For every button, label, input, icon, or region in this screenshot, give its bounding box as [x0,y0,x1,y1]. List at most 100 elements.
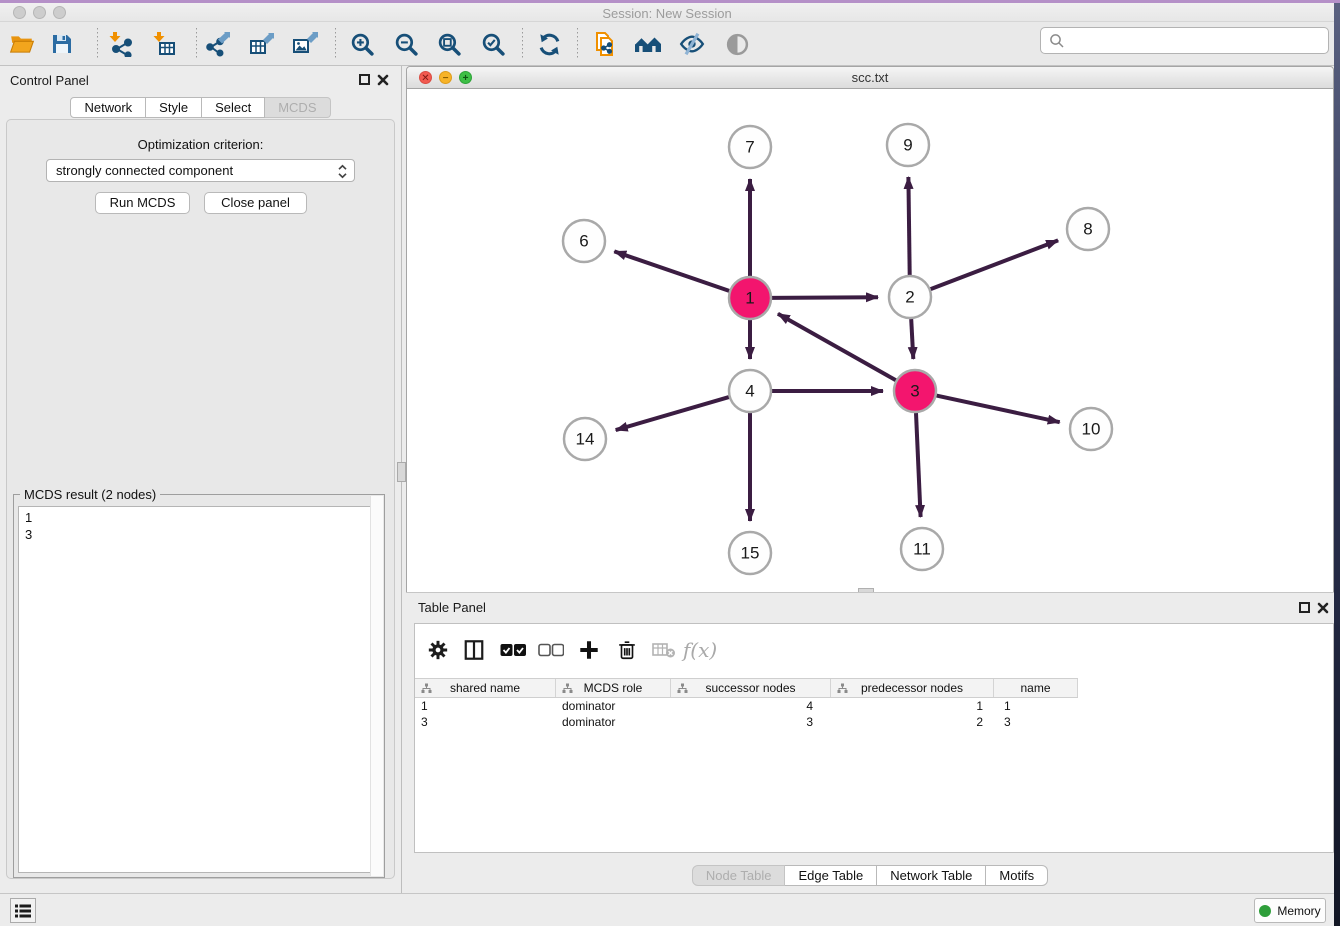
tab-select[interactable]: Select [202,97,265,118]
graph-node-11[interactable]: 11 [901,528,943,570]
add-column-button[interactable] [576,637,602,663]
tab-network[interactable]: Network [70,97,146,118]
column-header-predecessor-nodes[interactable]: predecessor nodes [831,679,994,697]
network-window-titlebar[interactable]: ✕ − + scc.txt [407,67,1333,89]
first-neighbors-button[interactable] [634,30,662,58]
graph-edge-3-11[interactable] [916,413,921,517]
save-icon [50,32,74,56]
save-session-button[interactable] [48,30,76,58]
toolbar-separator [335,28,336,60]
zoom-fit-button[interactable] [435,30,463,58]
table-cell[interactable]: 2 [831,714,994,730]
duplicate-network-icon [592,31,618,57]
search-field[interactable] [1040,27,1329,54]
export-table-button[interactable] [248,30,276,58]
control-panel-float-button[interactable] [359,74,370,85]
attribute-type-icon [421,683,432,694]
refresh-icon [537,32,562,57]
tab-network-table[interactable]: Network Table [877,865,986,886]
refresh-layout-button[interactable] [535,30,563,58]
column-header-successor-nodes[interactable]: successor nodes [671,679,831,697]
table-cell[interactable]: 1 [831,698,994,714]
table-cell[interactable]: 4 [671,698,831,714]
hide-selected-button[interactable] [678,30,706,58]
import-network-button[interactable] [106,30,134,58]
graph-edge-3-1[interactable] [778,314,896,381]
table-cell[interactable]: 3 [994,714,1078,730]
search-input[interactable] [1070,28,1328,53]
table-cell[interactable]: 1 [994,698,1078,714]
tab-node-table[interactable]: Node Table [692,865,786,886]
graph-edge-2-3[interactable] [911,319,913,359]
column-header-shared-name[interactable]: shared name [415,679,556,697]
select-all-button[interactable] [500,637,526,663]
graph-node-9[interactable]: 9 [887,124,929,166]
table-cell[interactable]: 3 [415,714,556,730]
table-cell[interactable]: dominator [556,714,671,730]
graph-node-8[interactable]: 8 [1067,208,1109,250]
table-settings-button[interactable] [425,637,451,663]
graph-node-4[interactable]: 4 [729,370,771,412]
delete-column-button[interactable] [614,637,640,663]
status-bar: Memory [0,893,1334,926]
table-panel-float-button[interactable] [1299,602,1310,613]
task-history-button[interactable] [10,898,36,923]
export-network-button[interactable] [204,30,232,58]
node-table-container: f(x) shared nameMCDS rolesuccessor nodes… [414,623,1334,853]
deselect-all-button[interactable] [538,637,564,663]
table-header-row: shared name MCDS role successor nodesprede… [415,678,1078,698]
table-panel-tabs: Node TableEdge TableNetwork TableMotifs [406,865,1334,886]
tab-style[interactable]: Style [146,97,202,118]
graph-node-3[interactable]: 3 [894,370,936,412]
zoom-in-button[interactable] [348,30,376,58]
graph-edge-2-9[interactable] [908,177,909,275]
graph-node-6[interactable]: 6 [563,220,605,262]
table-cell[interactable]: 3 [671,714,831,730]
graph-node-7[interactable]: 7 [729,126,771,168]
graph-edge-4-14[interactable] [616,397,729,430]
graph-edge-1-6[interactable] [614,251,729,291]
mcds-result-list[interactable]: 13 [18,506,380,873]
network-canvas[interactable]: 7 9 6 8 1 2 4 3 14 10 15 11 [407,89,1333,592]
show-hidden-button[interactable] [723,30,751,58]
mcds-result-item[interactable]: 1 [25,509,373,526]
graph-node-14[interactable]: 14 [564,418,606,460]
run-mcds-button[interactable]: Run MCDS [95,192,190,214]
graph-node-15[interactable]: 15 [729,532,771,574]
control-panel-close-button[interactable] [377,74,389,86]
zoom-in-icon [350,32,375,57]
control-panel-title: Control Panel [10,73,89,88]
import-table-button[interactable] [150,30,178,58]
column-header-label: MCDS role [584,681,643,695]
tab-mcds[interactable]: MCDS [265,97,330,118]
graph-edge-2-8[interactable] [931,240,1059,289]
zoom-selected-button[interactable] [479,30,507,58]
column-header-name[interactable]: name [994,679,1078,697]
table-cell[interactable]: 1 [415,698,556,714]
graph-edge-3-10[interactable] [937,396,1060,423]
graph-edge-1-2[interactable] [772,297,878,298]
mcds-result-item[interactable]: 3 [25,526,373,543]
graph-node-label: 10 [1082,420,1101,439]
graph-node-2[interactable]: 2 [889,276,931,318]
graph-node-10[interactable]: 10 [1070,408,1112,450]
result-scrollbar[interactable] [370,496,383,876]
eye-slash-icon [679,31,705,57]
tab-motifs[interactable]: Motifs [986,865,1048,886]
zoom-out-button[interactable] [392,30,420,58]
column-header-MCDS-role[interactable]: MCDS role [556,679,671,697]
select-columns-button[interactable] [461,637,487,663]
table-panel-close-button[interactable] [1317,602,1329,614]
checked-boxes-icon [500,643,526,657]
criterion-dropdown[interactable]: strongly connected component [46,159,355,182]
open-session-button[interactable] [8,30,36,58]
close-panel-button[interactable]: Close panel [204,192,307,214]
memory-button[interactable]: Memory [1254,898,1326,923]
table-cell[interactable]: dominator [556,698,671,714]
export-image-button[interactable] [291,30,319,58]
window-titlebar: Session: New Session [0,3,1334,22]
graph-node-1[interactable]: 1 [729,277,771,319]
duplicate-network-button[interactable] [591,30,619,58]
network-graph[interactable]: 7 9 6 8 1 2 4 3 14 10 15 11 [407,89,1333,592]
tab-edge-table[interactable]: Edge Table [785,865,877,886]
